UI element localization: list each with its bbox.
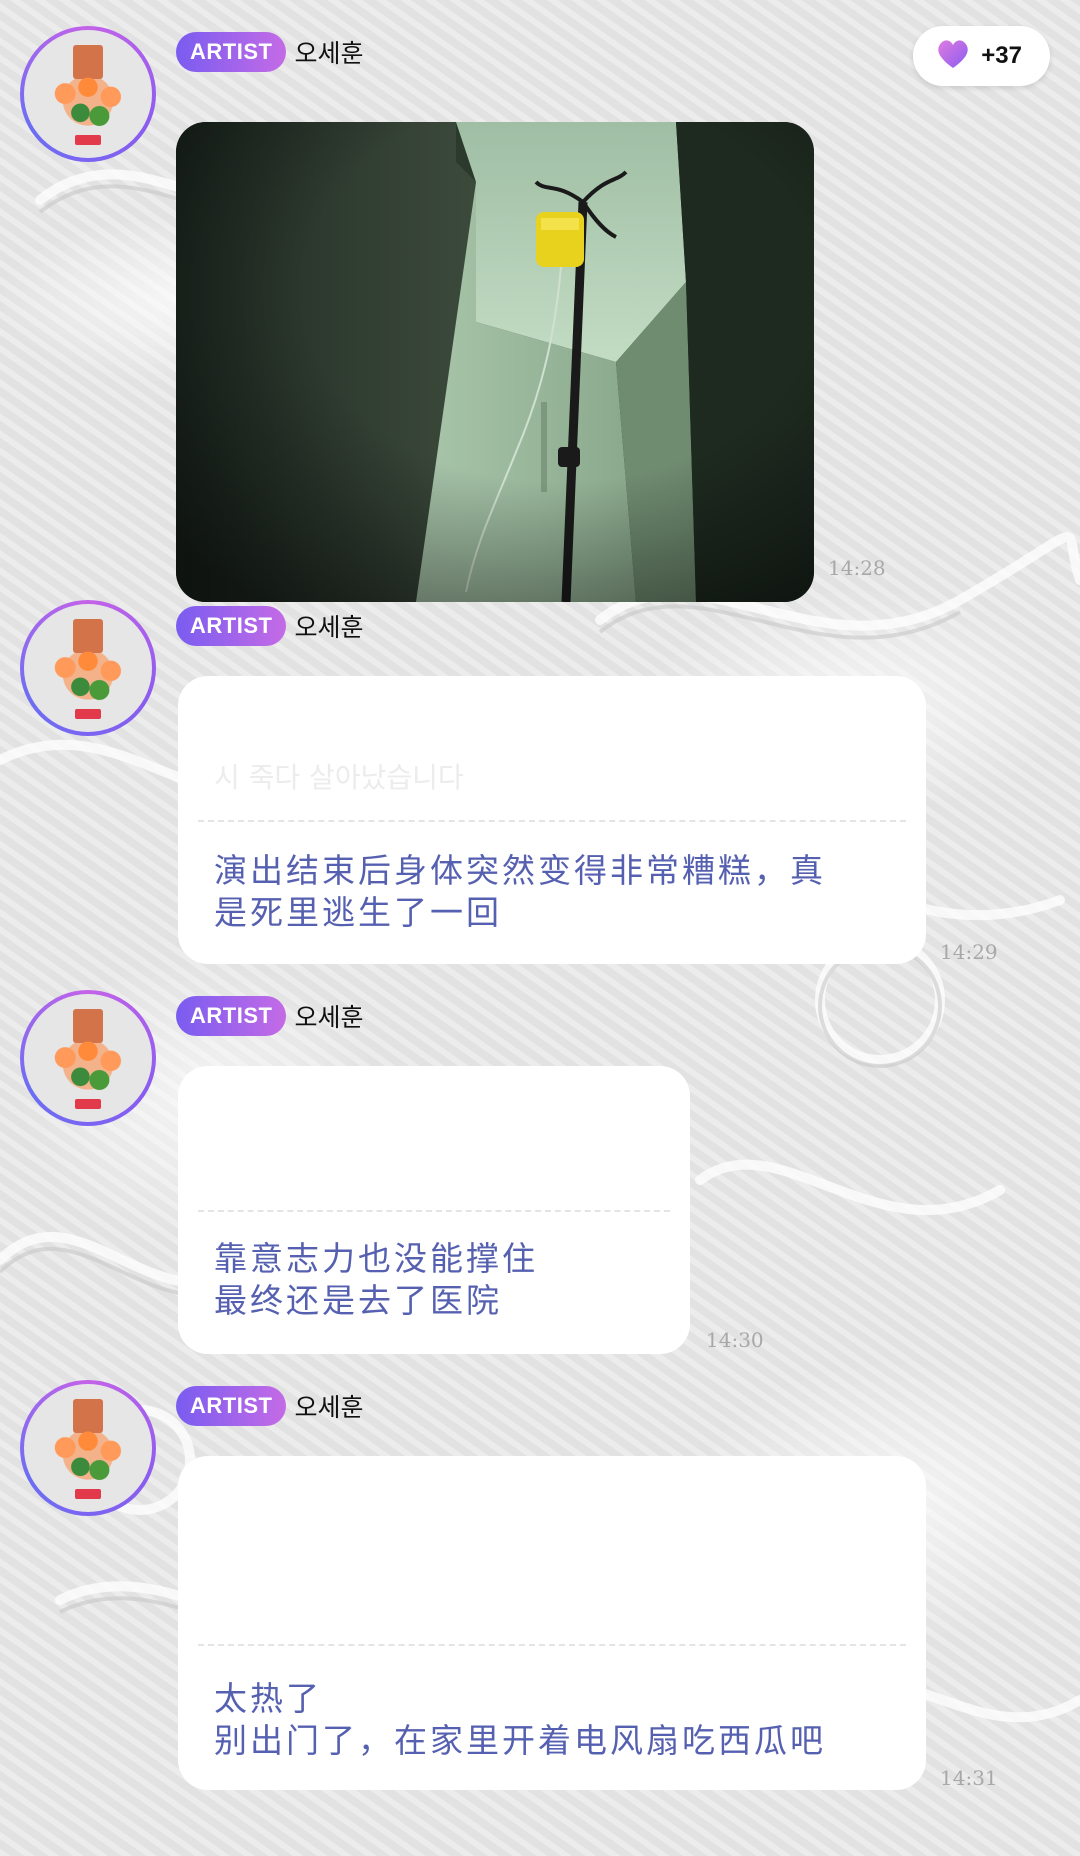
message-bubble[interactable]: 靠意志力也没能撑住 最终还是去了医院 [178,1066,690,1354]
timestamp: 14:31 [940,1766,998,1790]
sender-name: 오세훈 [294,1003,364,1032]
sender-name: 오세훈 [294,39,364,68]
message-bubble[interactable]: 太热了 别出门了，在家里开着电风扇吃西瓜吧 [178,1456,926,1790]
heart-icon [935,38,971,74]
avatar[interactable] [20,600,156,736]
avatar[interactable] [20,1380,156,1516]
timestamp: 14:29 [940,940,998,964]
message-header: ARTIST 오세훈 [176,996,363,1036]
like-count: +37 [981,42,1022,69]
original-text: 시 죽다 살아났습니다 [214,761,464,794]
sender-name: 오세훈 [294,1393,364,1422]
artist-badge: ARTIST [176,32,287,72]
translated-text: 太热了 别出门了，在家里开着电风扇吃西瓜吧 [214,1679,826,1760]
avatar[interactable] [20,990,156,1126]
timestamp: 14:28 [828,556,886,580]
photo-message[interactable] [176,122,814,602]
artist-badge: ARTIST [176,1386,287,1426]
sender-name: 오세훈 [294,613,364,642]
message-bubble[interactable]: 시 죽다 살아났습니다 演出结束后身体突然变得非常糟糕，真 是死里逃生了一回 [178,676,926,964]
timestamp: 14:30 [706,1328,764,1352]
like-counter-button[interactable]: +37 [913,26,1050,86]
message-header: ARTIST 오세훈 [176,1386,363,1426]
avatar[interactable] [20,26,156,162]
message-header: ARTIST 오세훈 [176,32,363,72]
translation-divider [198,1210,670,1212]
artist-badge: ARTIST [176,996,287,1036]
artist-badge: ARTIST [176,606,287,646]
translation-divider [198,820,906,822]
message-header: ARTIST 오세훈 [176,606,363,646]
translation-divider [198,1644,906,1646]
translated-text: 演出结束后身体突然变得非常糟糕，真 是死里逃生了一回 [214,851,826,932]
translated-text: 靠意志力也没能撑住 最终还是去了医院 [214,1239,538,1320]
